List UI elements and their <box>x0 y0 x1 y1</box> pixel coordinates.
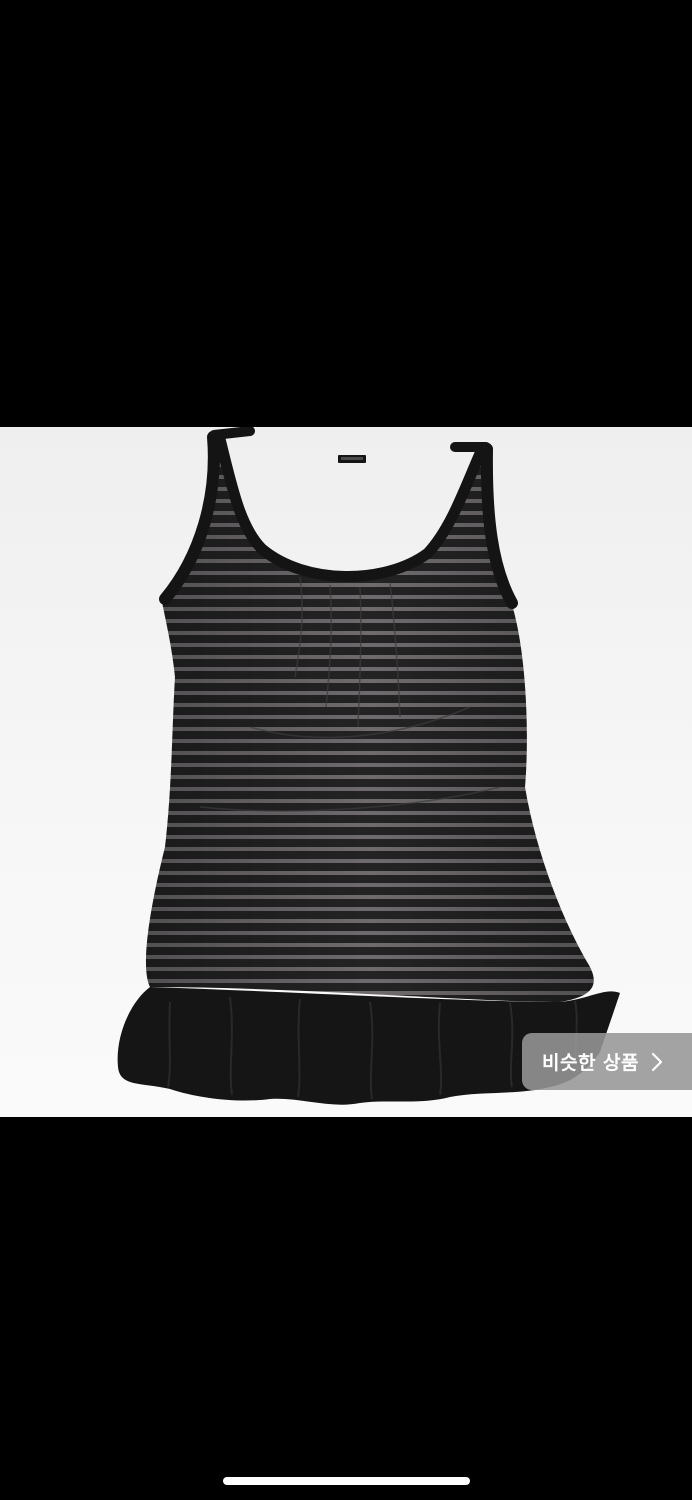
similar-products-button[interactable]: 비슷한 상품 <box>522 1033 692 1090</box>
home-indicator[interactable] <box>223 1477 470 1485</box>
product-photo-area[interactable] <box>0 427 692 1117</box>
chevron-right-icon <box>651 1052 663 1072</box>
image-viewer: 비슷한 상품 <box>0 0 692 1500</box>
similar-products-label: 비슷한 상품 <box>542 1052 640 1074</box>
product-image <box>117 427 620 1105</box>
